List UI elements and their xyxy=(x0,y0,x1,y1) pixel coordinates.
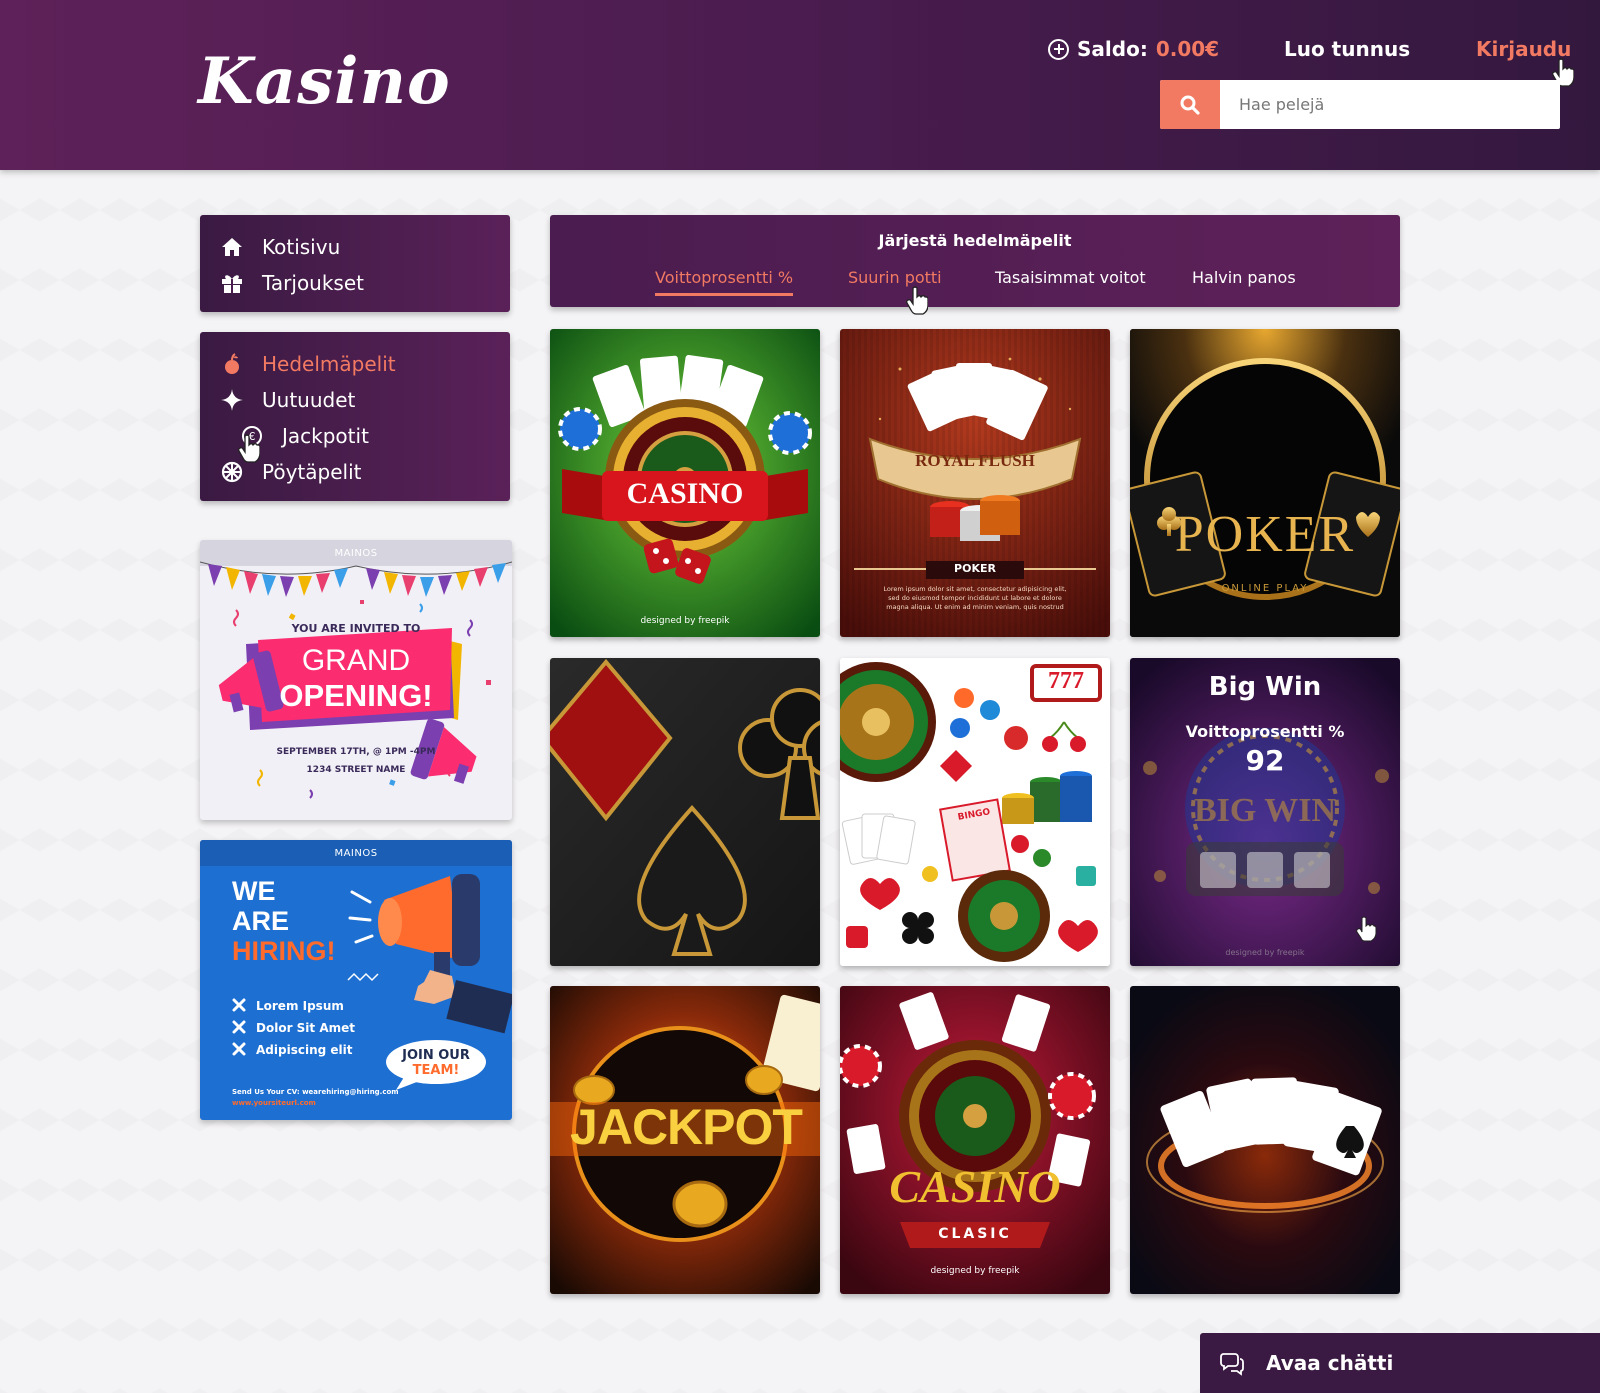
site-header: Kasino Saldo: 0.00€ Luo tunnus Kirjaudu xyxy=(0,0,1600,170)
roulette-icon xyxy=(220,460,244,484)
search-bar xyxy=(1160,80,1560,129)
game-tile-casino-clasic[interactable]: CASINO CLASIC designed by freepik xyxy=(840,986,1110,1294)
chat-label: Avaa chätti xyxy=(1266,1351,1394,1375)
search-button[interactable] xyxy=(1160,80,1220,129)
game-subtitle: ONLINE PLAY xyxy=(1221,583,1309,594)
sort-bar: Järjestä hedelmäpelit Voittoprosentti % … xyxy=(550,215,1400,307)
game-title: 777 xyxy=(1048,668,1084,694)
game-credit: designed by freepik xyxy=(930,1266,1020,1276)
game-tile-casino-elements[interactable]: 777 BINGO xyxy=(840,658,1110,966)
join-team-bubble: JOIN OUR TEAM! xyxy=(402,1048,470,1078)
game-tile-jackpot[interactable]: JACKPOT xyxy=(550,986,820,1294)
ad-grand-opening[interactable]: MAINOS YOU ARE INVITED TO GRAND OPENING!… xyxy=(200,540,512,820)
login-link[interactable]: Kirjaudu xyxy=(1476,34,1571,64)
game-subtitle: CLASIC xyxy=(938,1226,1012,1242)
game-credit: designed by freepik xyxy=(1225,948,1305,957)
svg-text:€: € xyxy=(249,430,256,443)
ad-text: OPENING! xyxy=(279,678,433,713)
stat-label: Voittoprosentti % xyxy=(1185,722,1345,741)
search-input[interactable] xyxy=(1220,80,1560,129)
game-tile-flying-cards[interactable] xyxy=(1130,986,1400,1294)
home-icon xyxy=(220,235,244,259)
menu-item-jackpots[interactable]: € Jackpotit xyxy=(200,418,510,454)
balance-amount: 0.00€ xyxy=(1155,37,1220,61)
main-menu: Kotisivu Tarjoukset xyxy=(200,215,510,312)
menu-item-label: Pöytäpelit xyxy=(262,460,362,484)
sort-tab-steadiest-wins[interactable]: Tasaisimmat voitot xyxy=(995,266,1146,296)
ad-text: YOU ARE INVITED TO xyxy=(291,622,421,635)
ad-text: WE ARE HIRING! xyxy=(232,876,336,966)
sort-tab-cheapest-bet[interactable]: Halvin panos xyxy=(1192,266,1296,296)
sparkle-icon xyxy=(220,388,244,412)
chat-bubbles-icon xyxy=(1220,1353,1244,1376)
menu-item-label: Tarjoukset xyxy=(262,271,365,295)
stat-value: 92 xyxy=(1245,744,1285,777)
game-tile-card-suits[interactable] xyxy=(550,658,820,966)
create-account-link[interactable]: Luo tunnus xyxy=(1284,34,1410,64)
open-chat-button[interactable]: Avaa chätti xyxy=(1200,1333,1600,1393)
gift-icon xyxy=(220,271,244,295)
menu-item-home[interactable]: Kotisivu xyxy=(200,229,510,265)
game-body-text: Lorem ipsum dolor sit amet, consectetur … xyxy=(883,585,1067,611)
game-title: CASINO xyxy=(626,477,744,510)
add-funds-icon[interactable] xyxy=(1048,38,1069,60)
menu-item-offers[interactable]: Tarjoukset xyxy=(200,265,510,301)
game-title: CASINO xyxy=(889,1161,1061,1212)
sort-tab-biggest-pot[interactable]: Suurin potti xyxy=(848,266,942,296)
menu-item-label: Uutuudet xyxy=(262,388,356,412)
ad-text: www.yoursiteurl.com xyxy=(232,1099,316,1107)
game-title: ROYAL FLUSH xyxy=(915,451,1035,470)
site-logo[interactable]: Kasino xyxy=(198,44,451,119)
menu-item-label: Jackpotit xyxy=(282,424,369,448)
menu-item-new[interactable]: Uutuudet xyxy=(200,382,510,418)
game-tile-casino[interactable]: CASINO designed by freepik xyxy=(550,329,820,637)
sort-tab-win-rate[interactable]: Voittoprosentti % xyxy=(655,266,794,296)
game-tile-poker[interactable]: POKER ONLINE PLAY xyxy=(1130,329,1400,637)
menu-item-slots[interactable]: Hedelmäpelit xyxy=(200,346,510,382)
ad-bullet-list: Lorem Ipsum Dolor Sit Amet Adipiscing el… xyxy=(256,999,355,1057)
game-title: Big Win xyxy=(1208,672,1322,702)
ad-text: Send Us Your CV: wearehiring@hiring.com xyxy=(232,1088,399,1096)
sort-title: Järjestä hedelmäpelit xyxy=(878,231,1072,250)
flying-cards-artwork xyxy=(1130,986,1400,1294)
game-subtitle: POKER xyxy=(954,562,996,575)
euro-coin-icon: € xyxy=(240,424,264,448)
game-credit: designed by freepik xyxy=(640,616,730,626)
balance-display[interactable]: Saldo: 0.00€ xyxy=(1048,34,1219,64)
fruit-icon xyxy=(220,352,244,376)
search-icon xyxy=(1180,95,1200,115)
ad-text: GRAND xyxy=(301,644,411,677)
menu-item-label: Hedelmäpelit xyxy=(262,352,396,376)
ad-hiring[interactable]: MAINOS WE ARE HIRING! Lorem Ipsum Dolor … xyxy=(200,840,512,1120)
casino-clasic-artwork xyxy=(840,986,1110,1294)
games-menu: Hedelmäpelit Uutuudet € Jackpotit Pöytäp… xyxy=(200,332,510,501)
game-title: POKER xyxy=(1174,506,1356,563)
balance-label: Saldo: xyxy=(1077,37,1148,61)
game-title: JACKPOT xyxy=(570,1099,803,1155)
ad-text: 1234 STREET NAME xyxy=(306,765,406,775)
menu-item-label: Kotisivu xyxy=(262,235,341,259)
card-suits-artwork xyxy=(550,658,820,966)
ad-text: SEPTEMBER 17TH, @ 1PM -4PM xyxy=(276,747,436,757)
game-tile-royal-flush[interactable]: ROYAL FLUSH POKER Lorem ipsum dolor sit … xyxy=(840,329,1110,637)
game-logo-text: BIG WIN xyxy=(1193,792,1337,829)
menu-item-table-games[interactable]: Pöytäpelit xyxy=(200,454,510,490)
game-tile-big-win[interactable]: Big Win Voittoprosentti % 92 BIG WIN des… xyxy=(1130,658,1400,966)
